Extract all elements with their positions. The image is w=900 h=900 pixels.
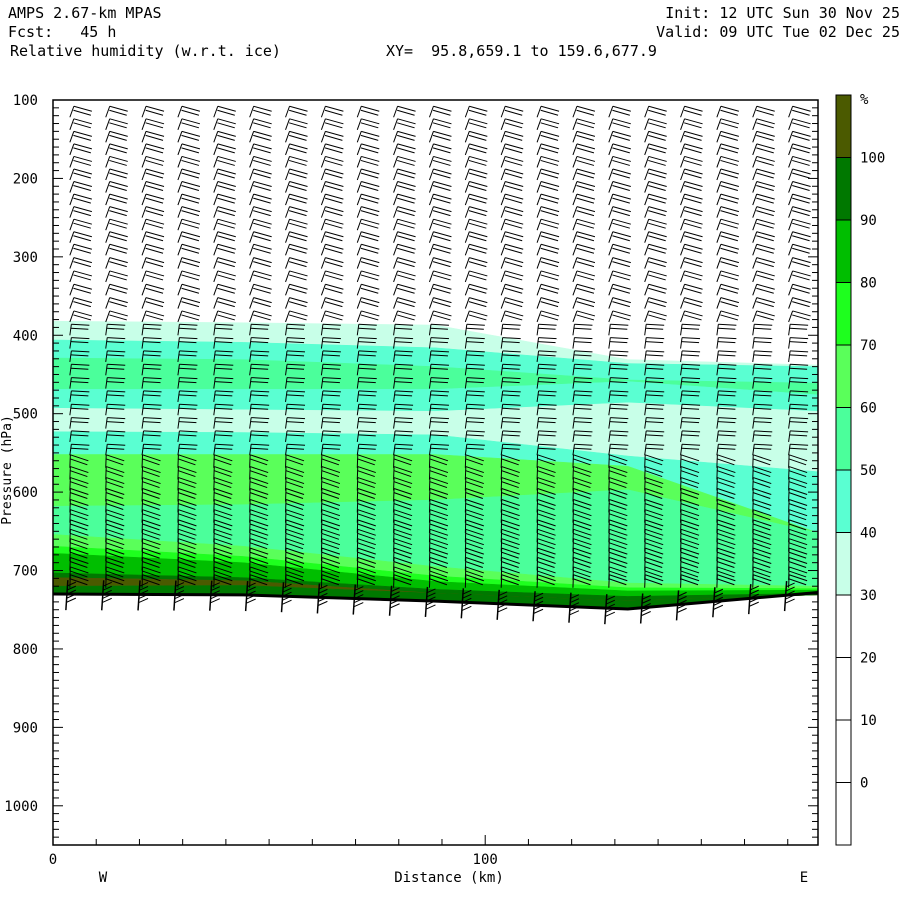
colorbar-cell-0-10 bbox=[835, 719, 852, 783]
colorbar-label: 80 bbox=[860, 276, 877, 292]
colorbar-label: 10 bbox=[860, 713, 877, 729]
y-axis-label: Pressure (hPa) bbox=[0, 415, 15, 525]
colorbar-label: 70 bbox=[860, 338, 877, 354]
colorbar-label: 40 bbox=[860, 526, 877, 542]
x-tick-label: 100 bbox=[473, 852, 498, 868]
y-tick-label: 600 bbox=[13, 485, 38, 501]
colorbar-label: 100 bbox=[860, 151, 885, 167]
y-tick-label: 100 bbox=[13, 93, 38, 109]
colorbar-label: 30 bbox=[860, 588, 877, 604]
y-tick-label: 700 bbox=[13, 564, 38, 580]
colorbar: %1009080706050403020100 bbox=[835, 92, 885, 846]
east-label: E bbox=[800, 870, 808, 886]
y-tick-label: 900 bbox=[13, 720, 38, 736]
colorbar-cell-30-40 bbox=[835, 532, 852, 596]
colorbar-cell-50-60 bbox=[835, 407, 852, 471]
rh-bands bbox=[52, 99, 819, 611]
x-axis-label: Distance (km) bbox=[394, 870, 504, 886]
chart-canvas: 10020030040050060070080090010000 100 %100… bbox=[0, 92, 885, 886]
colorbar-label: 0 bbox=[860, 776, 868, 792]
colorbar-cell->100 bbox=[835, 94, 852, 158]
y-tick-label: 500 bbox=[13, 407, 38, 423]
colorbar-cell-20-30 bbox=[835, 594, 852, 658]
colorbar-label: 50 bbox=[860, 463, 877, 479]
colorbar-unit: % bbox=[860, 92, 869, 108]
y-tick-label: 1000 bbox=[4, 799, 38, 815]
colorbar-label: 20 bbox=[860, 651, 877, 667]
colorbar-label: 60 bbox=[860, 401, 877, 417]
west-label: W bbox=[99, 870, 108, 886]
x-tick-label: 0 bbox=[49, 852, 57, 868]
y-tick-label: 800 bbox=[13, 642, 38, 658]
cross-section-figure: AMPS 2.67-km MPAS Fcst: 45 h Relative hu… bbox=[0, 0, 900, 900]
colorbar-cell-60-70 bbox=[835, 344, 852, 408]
colorbar-cell-<0 bbox=[835, 782, 852, 846]
colorbar-label: 90 bbox=[860, 213, 877, 229]
colorbar-cell-10-20 bbox=[835, 657, 852, 721]
y-tick-label: 300 bbox=[13, 250, 38, 266]
y-tick-label: 400 bbox=[13, 328, 38, 344]
colorbar-cell-70-80 bbox=[835, 282, 852, 346]
colorbar-cell-40-50 bbox=[835, 469, 852, 533]
y-tick-label: 200 bbox=[13, 171, 38, 187]
colorbar-cell-90-100 bbox=[835, 157, 852, 221]
colorbar-cell-80-90 bbox=[835, 219, 852, 283]
